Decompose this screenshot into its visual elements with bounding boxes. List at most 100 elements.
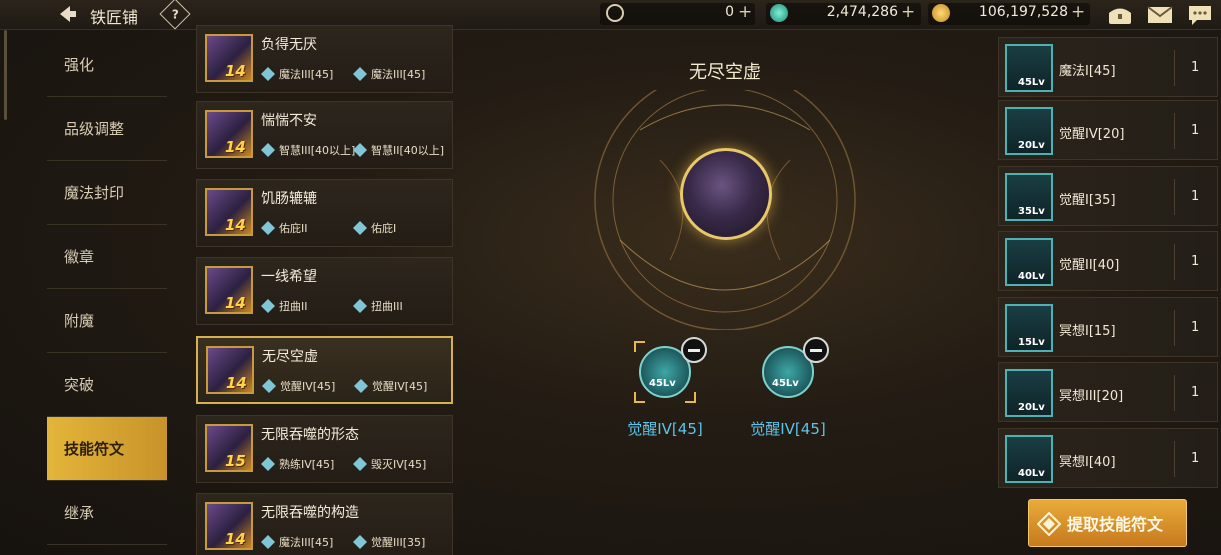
currency-c-value: 0 (725, 4, 734, 20)
skill-diamond-icon (261, 221, 275, 235)
rune-diamond-icon (1037, 512, 1061, 536)
chat-icon[interactable] (1187, 4, 1213, 28)
material-row[interactable]: 20Lv 冥想III[20] 1 (998, 362, 1218, 422)
add-gold-button[interactable]: + (1071, 2, 1085, 22)
rune-material-icon: 40Lv (1005, 238, 1053, 286)
rune-skill: 魔法III[45] (261, 66, 333, 82)
material-quantity: 1 (1191, 385, 1200, 400)
c-coin-icon (606, 4, 624, 22)
skill-diamond-icon (353, 67, 367, 81)
remove-slot-button[interactable] (803, 337, 829, 363)
back-arrow-icon[interactable] (56, 4, 78, 24)
divider (1174, 244, 1175, 280)
rune-thumbnail: 14 (205, 502, 253, 550)
rune-material-icon: 15Lv (1005, 304, 1053, 352)
skill-diamond-icon (353, 457, 367, 471)
material-quantity: 1 (1191, 320, 1200, 335)
rune-card[interactable]: 14 饥肠辘辘 佑庇II 佑庇I (196, 179, 453, 247)
rune-skill: 熟练IV[45] (261, 456, 334, 472)
skill-diamond-icon (261, 67, 275, 81)
divider (1174, 441, 1175, 477)
rune-skill: 佑庇II (261, 220, 308, 236)
chest-icon[interactable] (1106, 4, 1134, 26)
rune-material-icon: 20Lv (1005, 107, 1053, 155)
nav-item-enchant[interactable]: 附魔 (47, 289, 167, 353)
rune-thumbnail: 14 (205, 266, 253, 314)
rune-card[interactable]: 14 负得无厌 魔法III[45] 魔法III[45] (196, 25, 453, 93)
rune-card[interactable]: 15 无限吞噬的形态 熟练IV[45] 毁灭IV[45] (196, 415, 453, 483)
help-icon[interactable]: ? (159, 0, 191, 30)
material-name: 觉醒I[35] (1059, 193, 1116, 208)
nav-item-inherit[interactable]: 继承 (47, 481, 167, 545)
skill-diamond-icon (353, 221, 367, 235)
rune-skill: 智慧II[40以上] (353, 142, 444, 158)
add-gem-button[interactable]: + (901, 2, 915, 22)
rune-skill: 觉醒IV[45] (354, 378, 427, 394)
add-c-coin-button[interactable]: + (738, 2, 752, 22)
skill-diamond-icon (353, 535, 367, 549)
rune-skill: 觉醒IV[45] (262, 378, 335, 394)
slot-label: 觉醒IV[45] (750, 420, 826, 438)
rune-thumbnail: 14 (206, 346, 254, 394)
material-row[interactable]: 20Lv 觉醒IV[20] 1 (998, 100, 1218, 160)
material-name: 冥想III[20] (1059, 389, 1124, 404)
nav-item-breakthrough[interactable]: 突破 (47, 353, 167, 417)
skill-diamond-icon (353, 299, 367, 313)
material-row[interactable]: 35Lv 觉醒I[35] 1 (998, 166, 1218, 226)
material-row[interactable]: 15Lv 冥想I[15] 1 (998, 297, 1218, 357)
nav-item-grade-adjust[interactable]: 品级调整 (47, 97, 167, 161)
skill-diamond-icon (261, 143, 275, 157)
rune-card[interactable]: 14 惴惴不安 智慧III[40以上] 智慧II[40以上] (196, 101, 453, 169)
rune-name: 负得无厌 (261, 37, 317, 53)
mail-icon[interactable] (1147, 4, 1173, 26)
top-bar: 铁匠铺 ? 0 + 2,474,286 + 106,197,528 + (0, 0, 1221, 30)
rune-material-icon: 20Lv (1005, 369, 1053, 417)
skill-diamond-icon (262, 379, 276, 393)
material-name: 觉醒II[40] (1059, 258, 1120, 273)
extract-skill-rune-button[interactable]: 提取技能符文 (1028, 499, 1187, 547)
currency-gold-value: 106,197,528 (978, 4, 1068, 20)
rune-name: 无尽空虚 (262, 349, 318, 365)
rune-card[interactable]: 14 无限吞噬的构造 魔法III[45] 觉醒III[35] (196, 493, 453, 555)
material-row[interactable]: 40Lv 觉醒II[40] 1 (998, 231, 1218, 291)
rune-name: 一线希望 (261, 269, 317, 285)
skill-diamond-icon (354, 379, 368, 393)
material-row[interactable]: 40Lv 冥想I[40] 1 (998, 428, 1218, 488)
nav-item-magic-seal[interactable]: 魔法封印 (47, 161, 167, 225)
material-row[interactable]: 45Lv 魔法I[45] 1 (998, 37, 1218, 97)
nav-item-skill-rune[interactable]: 技能符文 (47, 417, 167, 481)
rune-skill: 毁灭IV[45] (353, 456, 426, 472)
divider (1174, 375, 1175, 411)
rune-thumbnail: 14 (205, 34, 253, 82)
rune-name: 饥肠辘辘 (261, 191, 317, 207)
skill-diamond-icon (353, 143, 367, 157)
rune-skill: 魔法III[45] (353, 66, 425, 82)
divider (1174, 179, 1175, 215)
material-name: 觉醒IV[20] (1059, 127, 1125, 142)
material-quantity: 1 (1191, 60, 1200, 75)
material-quantity: 1 (1191, 123, 1200, 138)
rune-name: 无限吞噬的构造 (261, 505, 359, 521)
skill-diamond-icon (261, 299, 275, 313)
rune-thumbnail: 14 (205, 188, 253, 236)
rune-skill: 扭曲III (353, 298, 403, 314)
rune-thumbnail: 15 (205, 424, 253, 472)
slot-label: 觉醒IV[45] (627, 420, 703, 438)
rune-skill: 魔法III[45] (261, 534, 333, 550)
gem-icon (770, 4, 788, 22)
rune-name: 惴惴不安 (261, 113, 317, 129)
remove-slot-button[interactable] (681, 337, 707, 363)
divider (1174, 50, 1175, 86)
nav-item-enhance[interactable]: 强化 (47, 33, 167, 97)
skill-diamond-icon (261, 457, 275, 471)
scroll-indicator (4, 30, 7, 120)
nav-item-emblem[interactable]: 徽章 (47, 225, 167, 289)
rune-skill: 扭曲II (261, 298, 308, 314)
material-quantity: 1 (1191, 254, 1200, 269)
rune-card-selected[interactable]: 14 无尽空虚 觉醒IV[45] 觉醒IV[45] (196, 336, 453, 404)
page-title: 铁匠铺 (90, 8, 139, 27)
rune-card[interactable]: 14 一线希望 扭曲II 扭曲III (196, 257, 453, 325)
rune-thumbnail: 14 (205, 110, 253, 158)
material-name: 冥想I[40] (1059, 455, 1116, 470)
material-name: 冥想I[15] (1059, 324, 1116, 339)
